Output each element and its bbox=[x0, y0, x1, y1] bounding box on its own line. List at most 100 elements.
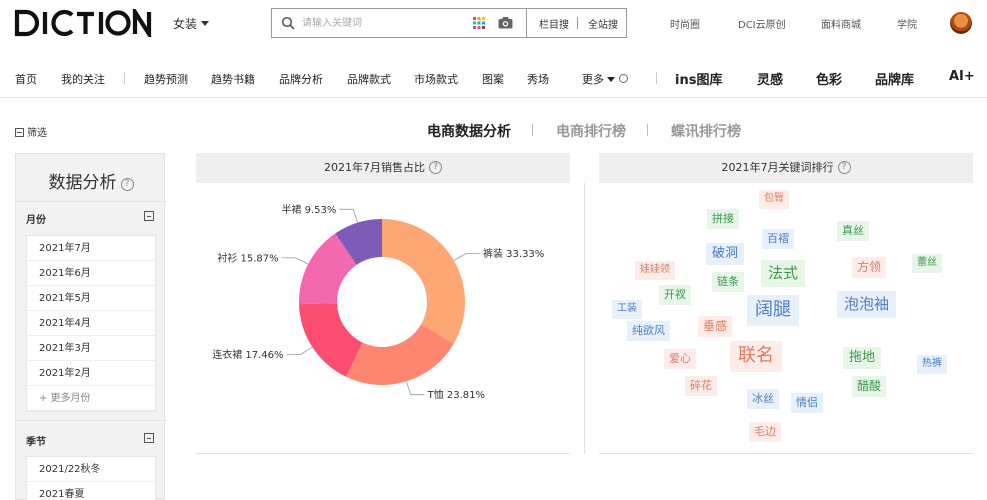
panel-divider bbox=[584, 183, 585, 454]
sales-panel-header: 2021年7月销售占比? bbox=[196, 153, 570, 183]
keyword-tag[interactable]: 阔腿 bbox=[747, 295, 799, 326]
avatar[interactable] bbox=[950, 12, 972, 34]
sidebar-title: 数据分析? bbox=[16, 168, 166, 193]
keyword-tag[interactable]: 真丝 bbox=[837, 221, 869, 241]
keyword-tag[interactable]: 冰丝 bbox=[747, 389, 779, 409]
nav-item-runway[interactable]: 秀场 bbox=[527, 71, 549, 87]
month-item[interactable]: 2021年7月 bbox=[27, 236, 155, 261]
scope-column-search[interactable]: 栏目搜 bbox=[539, 16, 569, 31]
slice-label: 连衣裙 17.46% bbox=[212, 348, 283, 361]
nav-item-colors[interactable]: 色彩 bbox=[816, 69, 842, 88]
nav-item-trend-forecast[interactable]: 趋势预测 bbox=[144, 71, 188, 87]
keyword-tag[interactable]: 百褶 bbox=[762, 229, 794, 249]
chevron-down-icon bbox=[607, 77, 615, 82]
collapse-icon[interactable] bbox=[144, 433, 154, 443]
search-icon[interactable] bbox=[281, 16, 295, 30]
more-months-link[interactable]: + 更多月份 bbox=[27, 386, 155, 411]
keyword-panel-header: 2021年7月关键词排行? bbox=[599, 153, 973, 183]
sidebar-divider bbox=[16, 201, 166, 202]
search-input[interactable] bbox=[302, 14, 462, 32]
label-leader-line bbox=[453, 253, 480, 261]
season-section-label: 季节 bbox=[26, 437, 46, 448]
toplink-dci[interactable]: DCI云原创 bbox=[738, 16, 786, 31]
keyword-tag[interactable]: 碎花 bbox=[685, 376, 717, 396]
donut-slice[interactable] bbox=[382, 219, 465, 344]
keyword-tag[interactable]: 破洞 bbox=[706, 243, 745, 266]
help-icon[interactable]: ? bbox=[429, 161, 442, 174]
nav-divider bbox=[656, 72, 657, 84]
tab-divider bbox=[647, 124, 648, 136]
keyword-tag[interactable]: 法式 bbox=[761, 260, 806, 287]
diction-logo[interactable] bbox=[14, 9, 154, 37]
month-list: 2021年7月 2021年6月 2021年5月 2021年4月 2021年3月 … bbox=[26, 235, 156, 412]
keyword-tag[interactable]: 爱心 bbox=[664, 349, 696, 369]
month-item[interactable]: 2021年5月 bbox=[27, 286, 155, 311]
month-item[interactable]: 2021年6月 bbox=[27, 261, 155, 286]
nav-item-patterns[interactable]: 图案 bbox=[482, 71, 504, 87]
nav-item-ins-gallery[interactable]: ins图库 bbox=[675, 69, 722, 88]
month-item[interactable]: 2021年4月 bbox=[27, 311, 155, 336]
keyword-tag[interactable]: 方领 bbox=[852, 257, 887, 278]
keyword-tag[interactable]: 蕾丝 bbox=[912, 254, 942, 273]
toplink-fashion-circle[interactable]: 时尚圈 bbox=[670, 16, 700, 31]
tab-divider bbox=[532, 124, 533, 136]
month-item[interactable]: 2021年2月 bbox=[27, 361, 155, 386]
top-bar: 女装 栏目搜 全站搜 时尚圈 DCI云原创 面料商城 学院 bbox=[0, 0, 987, 48]
keyword-tag[interactable]: 娃娃领 bbox=[635, 261, 675, 280]
nav-item-brand-analysis[interactable]: 品牌分析 bbox=[279, 71, 323, 87]
keyword-tag[interactable]: 热裤 bbox=[917, 355, 947, 374]
toplink-fabric-mall[interactable]: 面料商城 bbox=[821, 16, 861, 31]
keyword-tag[interactable]: 纯欲风 bbox=[627, 321, 670, 341]
nav-more-label: 更多 bbox=[582, 73, 604, 86]
chevron-down-icon bbox=[201, 21, 210, 26]
scope-divider bbox=[577, 17, 578, 29]
keyword-tag[interactable]: 垂感 bbox=[698, 316, 733, 337]
category-label: 女装 bbox=[173, 17, 198, 31]
nav-item-inspiration[interactable]: 灵感 bbox=[757, 69, 783, 88]
keyword-tag[interactable]: 情侣 bbox=[791, 393, 823, 413]
nav-item-market-styles[interactable]: 市场款式 bbox=[414, 71, 458, 87]
season-item[interactable]: 2021春夏 bbox=[27, 482, 155, 500]
color-grid-icon[interactable] bbox=[473, 17, 485, 29]
keyword-tag[interactable]: 拖地 bbox=[843, 347, 882, 370]
scope-site-search[interactable]: 全站搜 bbox=[588, 16, 618, 31]
main-nav: 首页 我的关注 趋势预测 趋势书籍 品牌分析 品牌款式 市场款式 图案 秀场 更… bbox=[0, 56, 987, 98]
keyword-tag[interactable]: 开衩 bbox=[659, 285, 691, 305]
month-section-label: 月份 bbox=[26, 215, 46, 226]
tab-dx-ranking[interactable]: 蝶讯排行榜 bbox=[671, 121, 741, 141]
tab-ecommerce-ranking[interactable]: 电商排行榜 bbox=[556, 121, 626, 141]
keyword-tag[interactable]: 拼接 bbox=[707, 209, 739, 229]
settings-icon[interactable] bbox=[619, 74, 628, 83]
nav-item-brand-styles[interactable]: 品牌款式 bbox=[347, 71, 391, 87]
keyword-tag[interactable]: 链条 bbox=[712, 272, 744, 292]
nav-item-following[interactable]: 我的关注 bbox=[61, 71, 105, 87]
season-item[interactable]: 2021/22秋冬 bbox=[27, 457, 155, 482]
toplink-academy[interactable]: 学院 bbox=[897, 16, 917, 31]
nav-item-more[interactable]: 更多 bbox=[582, 71, 628, 87]
collapse-icon[interactable] bbox=[144, 211, 154, 221]
help-icon[interactable]: ? bbox=[837, 161, 851, 174]
nav-item-brand-library[interactable]: 品牌库 bbox=[875, 69, 914, 88]
keyword-tag[interactable]: 毛边 bbox=[749, 422, 781, 442]
category-dropdown[interactable]: 女装 bbox=[173, 15, 210, 32]
keyword-panel-title: 2021年7月关键词排行 bbox=[721, 161, 834, 174]
nav-item-home[interactable]: 首页 bbox=[15, 71, 37, 87]
camera-icon[interactable] bbox=[498, 16, 513, 29]
sales-donut-chart: 裤装 33.33% T恤 23.81% 连衣裙 17.46% 衬衫 15.87% 半裙 … bbox=[212, 203, 544, 401]
keyword-tag[interactable]: 醋酸 bbox=[852, 376, 887, 397]
analysis-tabs: 电商数据分析 电商排行榜 蝶讯排行榜 bbox=[0, 121, 987, 141]
keyword-tag[interactable]: 包臀 bbox=[759, 190, 789, 209]
keyword-tag[interactable]: 泡泡袖 bbox=[837, 291, 897, 318]
help-icon[interactable]: ? bbox=[120, 178, 134, 191]
slice-label: 半裙 9.53% bbox=[281, 203, 336, 216]
nav-item-ai-plus[interactable]: AI+ bbox=[949, 69, 975, 84]
keyword-tag[interactable]: 工装 bbox=[612, 300, 642, 319]
sales-panel-title: 2021年7月销售占比 bbox=[324, 161, 425, 174]
label-leader-line bbox=[281, 257, 309, 265]
tab-ecommerce-analysis[interactable]: 电商数据分析 bbox=[427, 121, 511, 141]
season-list: 2021/22秋冬 2021春夏 bbox=[26, 456, 156, 500]
slice-label: 衬衫 15.87% bbox=[217, 251, 278, 264]
nav-item-trend-books[interactable]: 趋势书籍 bbox=[211, 71, 255, 87]
keyword-tag[interactable]: 联名 bbox=[730, 341, 782, 372]
month-item[interactable]: 2021年3月 bbox=[27, 336, 155, 361]
